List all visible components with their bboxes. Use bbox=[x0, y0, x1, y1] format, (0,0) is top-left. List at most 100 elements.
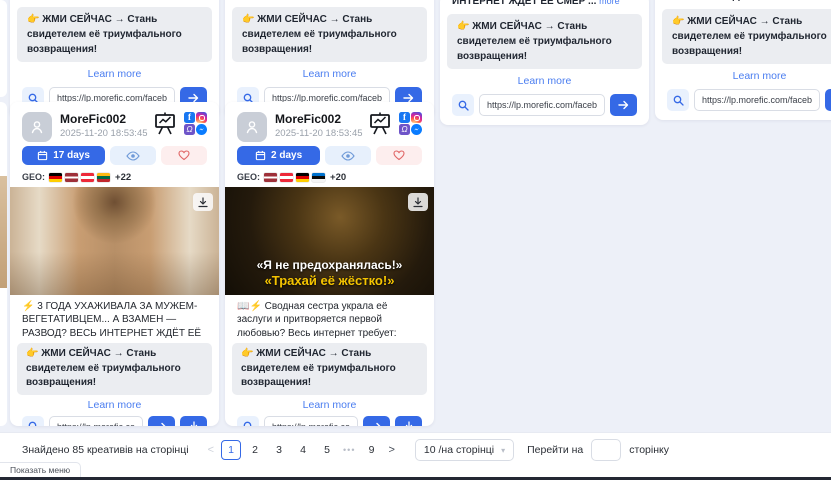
ad-text: ИНТЕРНЕТ ЖДЁТ ЕЁ СМЕР ... bbox=[452, 0, 596, 7]
open-url-button[interactable] bbox=[363, 416, 390, 427]
search-button[interactable] bbox=[22, 416, 44, 427]
learn-more-link[interactable]: Learn more bbox=[667, 70, 831, 82]
page-button-2[interactable]: 2 bbox=[245, 440, 265, 460]
profile-name[interactable]: MoreFic002 bbox=[60, 112, 153, 126]
geo-more-count[interactable]: +22 bbox=[115, 172, 131, 183]
page-button-1[interactable]: 1 bbox=[221, 440, 241, 460]
messenger-icon bbox=[411, 124, 422, 135]
search-button[interactable] bbox=[667, 89, 689, 111]
ad-cta-text: 👉 ЖМИ СЕЙЧАС → Стань свидетелем её триум… bbox=[17, 7, 212, 62]
page-button-4[interactable]: 4 bbox=[293, 440, 313, 460]
profile-name[interactable]: MoreFic002 bbox=[275, 112, 368, 126]
clipped-card-left-main bbox=[0, 102, 7, 426]
ad-creative-image[interactable]: «Я не предохранялась!» «Трахай её жёстко… bbox=[225, 187, 434, 295]
landing-url-input[interactable] bbox=[479, 94, 605, 116]
page-button-3[interactable]: 3 bbox=[269, 440, 289, 460]
learn-more-link[interactable]: Learn more bbox=[452, 75, 637, 87]
image-caption: «Я не предохранялась!» «Трахай её жёстко… bbox=[225, 258, 434, 290]
ad-card-1: MoreFic002 2025-11-20 18:53:45 17 days G… bbox=[10, 102, 219, 426]
prev-page-button[interactable]: < bbox=[203, 444, 219, 456]
heart-icon bbox=[393, 150, 405, 161]
search-icon bbox=[243, 421, 254, 426]
show-menu-button[interactable]: Показать меню bbox=[0, 462, 81, 477]
ad-text-truncated: ИНТЕРНЕТ ЖДЁТ ЕЁ СМЕР ... more bbox=[237, 0, 422, 1]
download-creative-button[interactable] bbox=[395, 416, 422, 427]
creative-timestamp: 2025-11-20 18:53:45 bbox=[275, 128, 368, 139]
ad-text-content: 📖⚡ Сводная сестра украла её заслуги и пр… bbox=[237, 301, 397, 338]
calendar-icon bbox=[255, 150, 266, 161]
next-page-button[interactable]: > bbox=[383, 444, 399, 456]
flag-ee-icon bbox=[312, 173, 325, 182]
search-button[interactable] bbox=[452, 94, 474, 116]
ad-text-truncated: ИНТЕРНЕТ ЖДЁТ ЕЁ СМЕР ... more bbox=[452, 0, 637, 8]
flag-de-icon bbox=[49, 173, 62, 182]
download-image-button[interactable] bbox=[408, 193, 428, 211]
geo-flags bbox=[49, 173, 110, 182]
open-url-button[interactable] bbox=[610, 94, 637, 116]
learn-more-link[interactable]: Learn more bbox=[22, 68, 207, 80]
more-link[interactable]: more bbox=[814, 0, 831, 1]
image-caption-line-1: «Я не предохранялась!» bbox=[225, 258, 434, 274]
ad-text-content: ⚡ 3 ГОДА УХАЖИВАЛА ЗА МУЖЕМ-ВЕГЕТАТИВЦЕМ… bbox=[22, 301, 201, 338]
landing-url-input[interactable] bbox=[694, 89, 820, 111]
search-icon bbox=[458, 100, 469, 111]
creative-timestamp: 2025-11-20 18:53:45 bbox=[60, 128, 153, 139]
open-url-button[interactable] bbox=[825, 89, 831, 111]
presentation-chart-icon[interactable] bbox=[368, 112, 392, 135]
ad-cta-text: 👉 ЖМИ СЕЙЧАС → Стань свидетелем её триум… bbox=[662, 9, 831, 64]
ad-card-partial-3: ИНТЕРНЕТ ЖДЁТ ЕЁ СМЕР ... more 👉 ЖМИ СЕЙ… bbox=[440, 0, 649, 125]
clipped-ad-image bbox=[0, 176, 7, 288]
eye-icon bbox=[126, 151, 140, 161]
views-button[interactable] bbox=[325, 146, 371, 165]
goto-page-input[interactable] bbox=[591, 439, 621, 461]
geo-more-count[interactable]: +20 bbox=[330, 172, 346, 183]
arrow-right-icon bbox=[156, 422, 167, 427]
arrow-right-icon bbox=[618, 100, 629, 110]
open-url-button[interactable] bbox=[148, 416, 175, 427]
ad-card-partial-4: ИНТЕРНЕТ ЖДЁТ ЕЁ СМЕР ... more 👉 ЖМИ СЕЙ… bbox=[655, 0, 831, 120]
page-button-9[interactable]: 9 bbox=[361, 440, 381, 460]
audience-network-icon bbox=[184, 124, 195, 135]
days-active-badge[interactable]: 2 days bbox=[237, 146, 320, 165]
geo-label: GEO: bbox=[22, 172, 45, 182]
page-button-5[interactable]: 5 bbox=[317, 440, 337, 460]
per-page-value: 10 /на сторінці bbox=[424, 444, 494, 456]
learn-more-link[interactable]: Learn more bbox=[225, 399, 434, 411]
learn-more-link[interactable]: Learn more bbox=[10, 399, 219, 411]
presentation-chart-icon[interactable] bbox=[153, 112, 177, 135]
search-button[interactable] bbox=[237, 416, 259, 427]
ad-card-partial-2: ИНТЕРНЕТ ЖДЁТ ЕЁ СМЕР ... more 👉 ЖМИ СЕЙ… bbox=[225, 0, 434, 118]
calendar-icon bbox=[37, 150, 48, 161]
per-page-select[interactable]: 10 /на сторінці ▾ bbox=[415, 439, 514, 461]
days-active-badge[interactable]: 17 days bbox=[22, 146, 105, 165]
favorite-button[interactable] bbox=[376, 146, 422, 165]
learn-more-link[interactable]: Learn more bbox=[237, 68, 422, 80]
flag-lt-icon bbox=[97, 173, 110, 182]
ad-cta-text: 👉 ЖМИ СЕЙЧАС → Стань свидетелем её триум… bbox=[232, 7, 427, 62]
days-label: 17 days bbox=[53, 150, 90, 161]
search-icon bbox=[28, 421, 39, 426]
download-image-button[interactable] bbox=[193, 193, 213, 211]
more-link[interactable]: more bbox=[599, 0, 620, 6]
ad-cta-text: 👉 ЖМИ СЕЙЧАС → Стань свидетелем её триум… bbox=[232, 343, 427, 395]
favorite-button[interactable] bbox=[161, 146, 207, 165]
messenger-icon bbox=[196, 124, 207, 135]
clipped-card-left-top bbox=[0, 0, 7, 97]
avatar bbox=[22, 112, 52, 142]
avatar bbox=[237, 112, 267, 142]
goto-page-label-suffix: сторінку bbox=[629, 444, 669, 456]
instagram-icon bbox=[411, 112, 422, 123]
flag-at-icon bbox=[81, 173, 94, 182]
pages-ellipsis[interactable]: ••• bbox=[343, 445, 355, 455]
landing-url-input[interactable] bbox=[49, 416, 143, 427]
chevron-down-icon: ▾ bbox=[501, 446, 505, 455]
views-button[interactable] bbox=[110, 146, 156, 165]
flag-lv-icon bbox=[264, 173, 277, 182]
landing-url-input[interactable] bbox=[264, 416, 358, 427]
ad-cta-text: 👉 ЖМИ СЕЙЧАС → Стань свидетелем её триум… bbox=[17, 343, 212, 395]
days-label: 2 days bbox=[271, 150, 302, 161]
arrow-right-icon bbox=[371, 422, 382, 427]
ad-creative-image[interactable] bbox=[10, 187, 219, 295]
person-icon bbox=[29, 119, 45, 135]
download-creative-button[interactable] bbox=[180, 416, 207, 427]
